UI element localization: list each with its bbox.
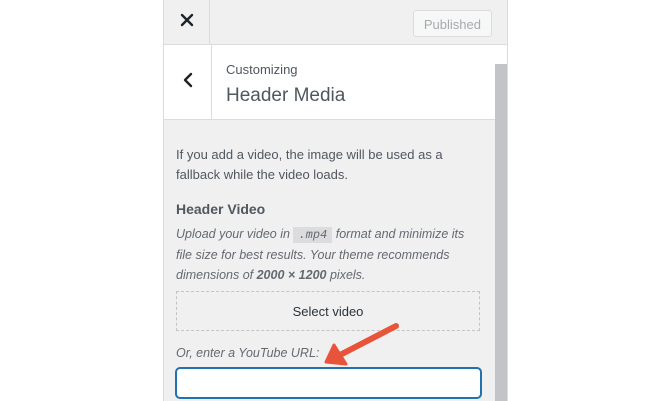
youtube-url-label: Or, enter a YouTube URL: (176, 346, 320, 360)
section-content: If you add a video, the image will be us… (176, 120, 481, 398)
breadcrumb: Customizing (226, 62, 298, 77)
format-code: .mp4 (293, 227, 333, 243)
help-text-part3: pixels. (329, 268, 366, 282)
scrollbar[interactable] (495, 64, 507, 401)
dimensions-text: 2000 × 1200 (256, 268, 327, 282)
description-text: If you add a video, the image will be us… (176, 147, 443, 182)
youtube-url-input[interactable] (176, 368, 481, 398)
help-text-part1: Upload your video in (176, 227, 290, 241)
header-video-heading: Header Video (176, 201, 266, 217)
published-button[interactable]: Published (412, 10, 492, 37)
header-video-help: Upload your video in .mp4 format and min… (176, 224, 480, 285)
customizer-panel: Published Customizing Header Media If yo… (163, 0, 508, 401)
section-header: Customizing Header Media (164, 45, 507, 120)
chevron-left-icon (182, 72, 194, 93)
select-video-button[interactable]: Select video (176, 291, 480, 331)
close-button[interactable] (164, 0, 210, 44)
page-title: Header Media (226, 85, 346, 106)
back-button[interactable] (164, 45, 212, 119)
close-icon (180, 13, 194, 32)
customizer-topbar: Published (164, 0, 507, 45)
